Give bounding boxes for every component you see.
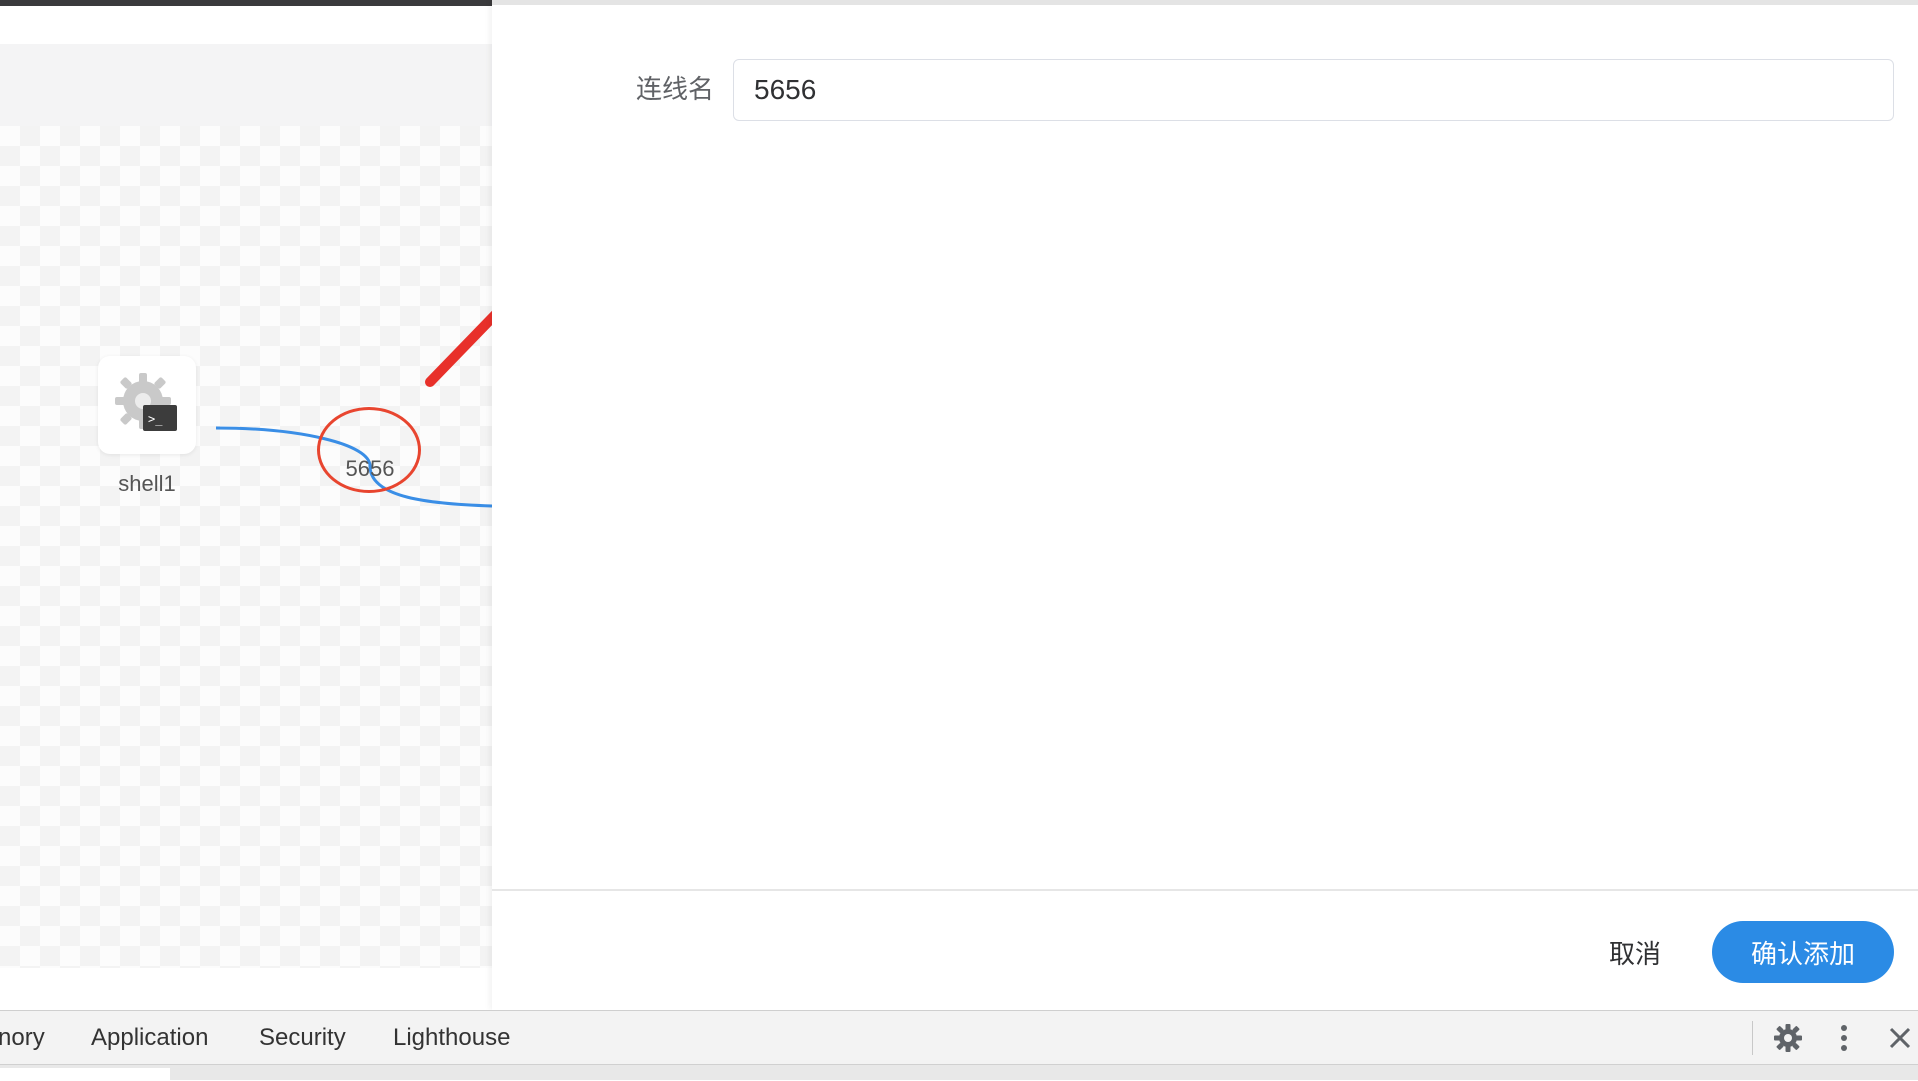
annotation-circle bbox=[317, 407, 421, 493]
shell-gear-icon: >_ bbox=[115, 373, 177, 431]
edge-name-label: 连线名 bbox=[635, 75, 714, 105]
devtools-tab-security[interactable]: Security bbox=[259, 1011, 346, 1065]
close-icon[interactable] bbox=[1882, 1020, 1918, 1056]
drawer-footer-divider bbox=[492, 889, 1918, 891]
node-label: shell1 bbox=[118, 471, 176, 496]
edge-name-form-row: 连线名 bbox=[492, 57, 1918, 123]
shell-node[interactable]: >_ bbox=[98, 356, 196, 454]
devtools-console-strip bbox=[0, 1064, 1918, 1081]
confirm-add-button[interactable]: 确认添加 bbox=[1712, 921, 1894, 983]
window-top-bar bbox=[0, 0, 492, 6]
edge-edit-drawer: 连线名 取消 确认添加 bbox=[492, 0, 1918, 1010]
devtools-tab-bar: nory Application Security Lighthouse bbox=[0, 1010, 1918, 1064]
devtools-tab-memory[interactable]: nory bbox=[0, 1011, 45, 1065]
svg-text:>_: >_ bbox=[148, 412, 163, 426]
more-vert-icon[interactable] bbox=[1826, 1020, 1862, 1056]
cancel-button[interactable]: 取消 bbox=[1590, 921, 1680, 983]
edge-name-input[interactable] bbox=[733, 59, 1894, 121]
devtools-tab-application[interactable]: Application bbox=[91, 1011, 208, 1065]
gear-icon[interactable] bbox=[1770, 1020, 1806, 1056]
devtools-separator bbox=[1752, 1021, 1753, 1055]
devtools-tab-lighthouse[interactable]: Lighthouse bbox=[393, 1011, 510, 1065]
